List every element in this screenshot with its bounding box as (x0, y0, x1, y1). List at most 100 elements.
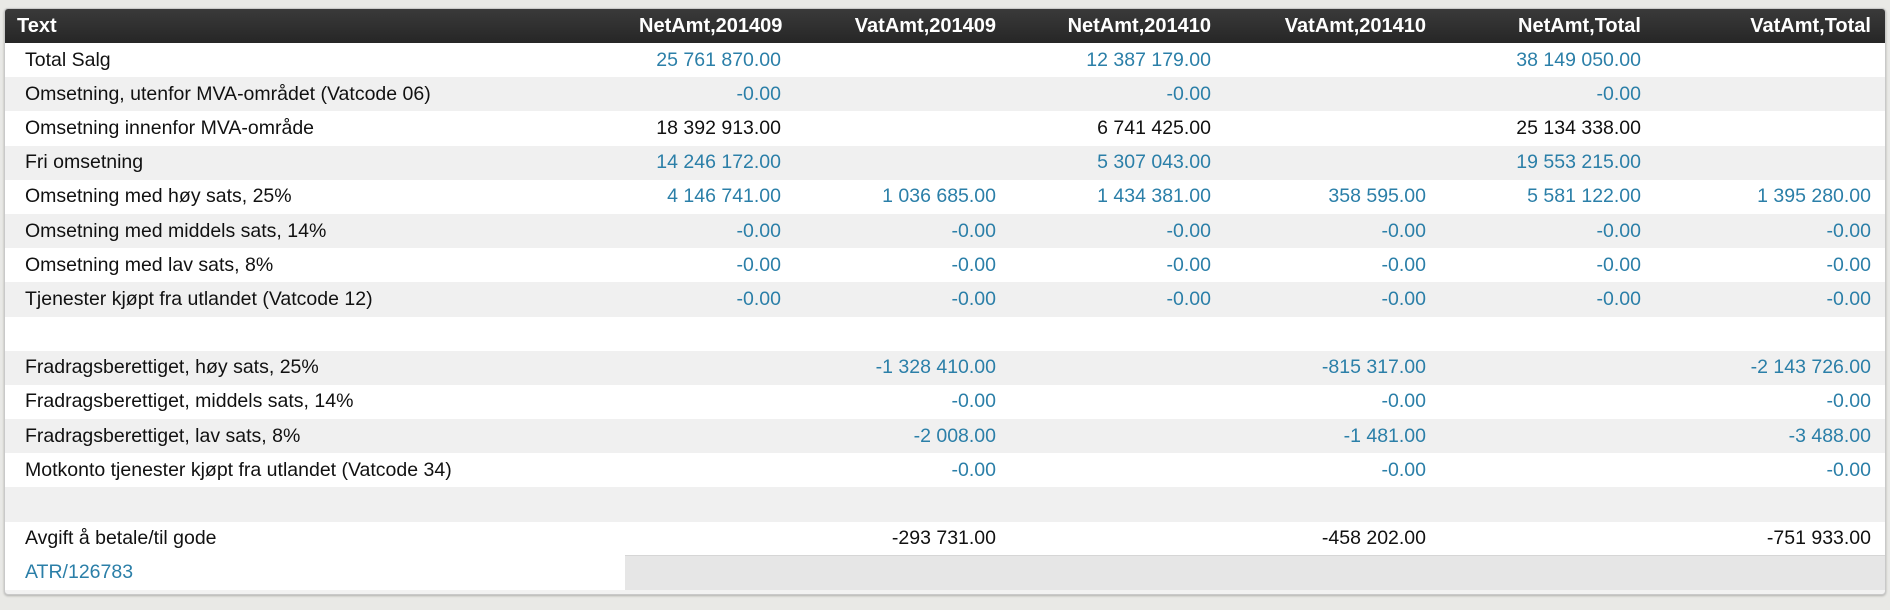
row-label: Avgift å betale/til gode (25, 527, 217, 550)
value-cell[interactable]: -0.00 (1440, 282, 1655, 316)
row-label: Fradragsberettiget, middels sats, 14% (25, 390, 354, 413)
value-cell[interactable]: -0.00 (795, 248, 1010, 282)
table-row: Total Salg 25 761 870.00 12 387 179.00 38 1… (5, 43, 1885, 78)
value-cell (625, 351, 795, 385)
value-cell[interactable]: -0.00 (1655, 453, 1885, 487)
value-cell[interactable]: -0.00 (625, 282, 795, 316)
value-cell[interactable]: 358 595.00 (1225, 180, 1440, 214)
value-cell (1010, 351, 1225, 385)
value-cell[interactable]: -0.00 (1225, 214, 1440, 248)
value-cell (1440, 522, 1655, 556)
column-header-netamt-total[interactable]: NetAmt,Total (1440, 9, 1655, 43)
value-cell[interactable]: -0.00 (1225, 453, 1440, 487)
value-cell (1010, 317, 1225, 351)
column-header-vatamt-total[interactable]: VatAmt,Total (1655, 9, 1885, 43)
value-cell[interactable]: -0.00 (795, 453, 1010, 487)
value-cell[interactable]: -0.00 (1440, 248, 1655, 282)
column-header-vatamt-201410[interactable]: VatAmt,201410 (1225, 9, 1440, 43)
report-panel: Text NetAmt,201409 VatAmt,201409 NetAmt,… (4, 8, 1886, 595)
value-cell[interactable]: 38 149 050.00 (1440, 43, 1655, 77)
table-row: Motkonto tjenester kjøpt fra utlandet (V… (5, 453, 1885, 488)
value-cell[interactable]: 1 434 381.00 (1010, 180, 1225, 214)
table-row: Fradragsberettiget, middels sats, 14% -0.… (5, 384, 1885, 420)
value-cell (1440, 317, 1655, 351)
value-cell (1655, 43, 1885, 77)
value-cell[interactable]: 5 581 122.00 (1440, 180, 1655, 214)
table-header-row: Text NetAmt,201409 VatAmt,201409 NetAmt,… (5, 9, 1885, 43)
row-label: Fradragsberettiget, lav sats, 8% (25, 424, 301, 447)
value-cell[interactable]: -0.00 (1655, 385, 1885, 419)
value-cell[interactable]: -0.00 (1440, 77, 1655, 111)
value-cell: 18 392 913.00 (656, 116, 781, 139)
row-label: Omsetning med middels sats, 14% (25, 219, 327, 242)
value-cell[interactable]: -0.00 (1225, 385, 1440, 419)
value-cell (625, 385, 795, 419)
value-cell[interactable]: -0.00 (625, 248, 795, 282)
value-cell[interactable]: -0.00 (1010, 282, 1225, 316)
table-row: Omsetning med middels sats, 14% -0.00 -0.0… (5, 213, 1885, 249)
value-cell[interactable]: 14 246 172.00 (625, 146, 795, 180)
column-header-netamt-201410[interactable]: NetAmt,201410 (1010, 9, 1225, 43)
value-cell[interactable]: -0.00 (625, 77, 795, 111)
value-cell[interactable]: -0.00 (1225, 248, 1440, 282)
report-id-link[interactable]: ATR/126783 (5, 555, 625, 590)
table-row: Omsetning med lav sats, 8% -0.00 -0.00 -0.0… (5, 248, 1885, 283)
value-cell[interactable]: -3 488.00 (1655, 419, 1885, 453)
value-cell[interactable]: -0.00 (1010, 77, 1225, 111)
value-cell (625, 419, 795, 453)
value-cell[interactable]: -0.00 (1010, 248, 1225, 282)
value-cell[interactable]: -0.00 (795, 214, 1010, 248)
value-cell (1010, 522, 1225, 556)
value-cell (1225, 111, 1440, 145)
table-body: Total Salg 25 761 870.00 12 387 179.00 38 1… (5, 43, 1885, 556)
column-header-text[interactable]: Text (5, 9, 625, 43)
value-cell (1655, 111, 1885, 145)
row-label: Omsetning innenfor MVA-område (25, 116, 315, 139)
value-cell (1225, 317, 1440, 351)
value-cell[interactable]: -2 008.00 (795, 419, 1010, 453)
footer-filler (625, 555, 1885, 590)
value-cell[interactable]: 25 761 870.00 (625, 43, 795, 77)
row-label (5, 317, 625, 351)
value-cell (795, 317, 1010, 351)
value-cell (1010, 385, 1225, 419)
table-footer-row: ATR/126783 (5, 555, 1885, 590)
value-cell[interactable]: 5 307 043.00 (1010, 146, 1225, 180)
value-cell (795, 146, 1010, 180)
value-cell (1440, 487, 1655, 521)
table-row: Fradragsberettiget, høy sats, 25% -1 328 … (5, 350, 1885, 385)
value-cell[interactable]: -0.00 (1440, 214, 1655, 248)
value-cell[interactable]: 12 387 179.00 (1010, 43, 1225, 77)
row-label: Total Salg (25, 48, 111, 71)
value-cell (1440, 419, 1655, 453)
row-label: Motkonto tjenester kjøpt fra utlandet (V… (25, 458, 452, 481)
value-cell (1225, 77, 1440, 111)
table-row: Omsetning innenfor MVA-område 18 392 913.… (5, 111, 1885, 146)
value-cell[interactable]: -0.00 (625, 214, 795, 248)
value-cell[interactable]: -1 481.00 (1225, 419, 1440, 453)
vat-report-table: Text NetAmt,201409 VatAmt,201409 NetAmt,… (5, 9, 1885, 590)
value-cell[interactable]: -0.00 (795, 282, 1010, 316)
column-header-vatamt-201409[interactable]: VatAmt,201409 (795, 9, 1010, 43)
value-cell: 6 741 425.00 (1097, 116, 1211, 139)
value-cell[interactable]: -0.00 (1655, 248, 1885, 282)
value-cell[interactable]: -0.00 (1655, 214, 1885, 248)
value-cell[interactable]: -0.00 (1655, 282, 1885, 316)
value-cell[interactable]: -2 143 726.00 (1655, 351, 1885, 385)
value-cell (795, 111, 1010, 145)
value-cell[interactable]: 1 395 280.00 (1655, 180, 1885, 214)
value-cell[interactable]: -0.00 (1225, 282, 1440, 316)
value-cell[interactable]: 4 146 741.00 (625, 180, 795, 214)
value-cell (1655, 146, 1885, 180)
column-header-netamt-201409[interactable]: NetAmt,201409 (625, 9, 795, 43)
value-cell[interactable]: -0.00 (795, 385, 1010, 419)
value-cell (795, 43, 1010, 77)
value-cell (625, 317, 795, 351)
value-cell[interactable]: 19 553 215.00 (1440, 146, 1655, 180)
value-cell[interactable]: -0.00 (1010, 214, 1225, 248)
value-cell[interactable]: -1 328 410.00 (795, 351, 1010, 385)
value-cell[interactable]: -815 317.00 (1225, 351, 1440, 385)
value-cell (1440, 453, 1655, 487)
value-cell[interactable]: 1 036 685.00 (795, 180, 1010, 214)
value-cell (1225, 146, 1440, 180)
